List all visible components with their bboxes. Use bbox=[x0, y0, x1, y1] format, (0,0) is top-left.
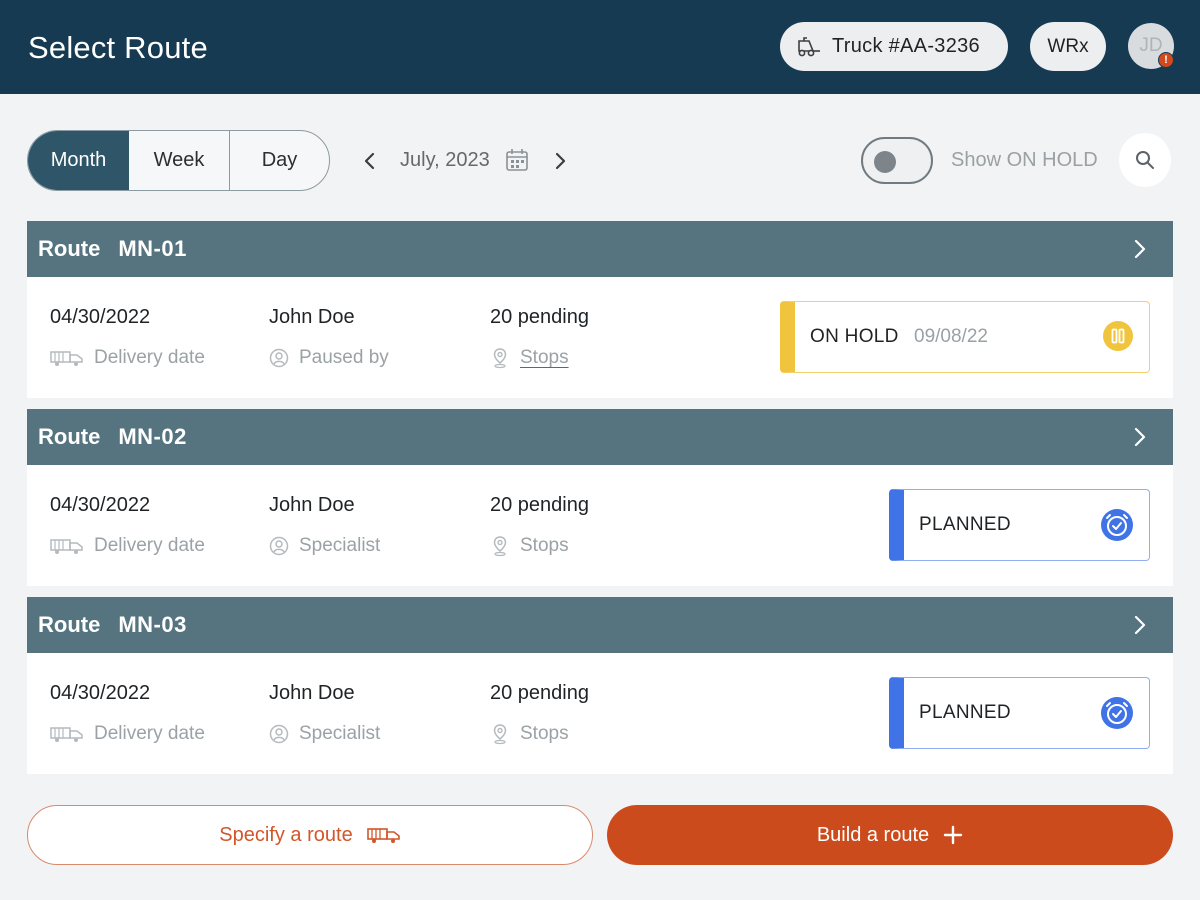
specify-route-button[interactable]: Specify a route bbox=[27, 805, 593, 865]
search-button[interactable] bbox=[1119, 133, 1171, 187]
chevron-left-icon[interactable] bbox=[358, 147, 382, 175]
person-name: John Doe bbox=[269, 682, 355, 704]
route-body: 04/30/2022 Delivery date John Doe bbox=[27, 465, 1173, 586]
notification-badge: ! bbox=[1158, 52, 1174, 68]
map-pin-icon bbox=[493, 536, 507, 557]
chevron-right-icon bbox=[1134, 615, 1146, 635]
delivery-date: 04/30/2022 bbox=[50, 306, 151, 328]
status-text: PLANNED bbox=[919, 514, 1011, 535]
period-label: July, 2023 bbox=[400, 149, 490, 171]
route-id: MN-02 bbox=[118, 424, 187, 449]
person-caption-row: Specialist bbox=[269, 723, 380, 745]
route-header[interactable]: Route MN-01 bbox=[27, 221, 1173, 277]
route-card: Route MN-03 04/30/2022 Delivery date Joh… bbox=[27, 597, 1173, 774]
delivery-truck-icon bbox=[50, 727, 83, 742]
route-card: Route MN-01 04/30/2022 Delivery date Joh… bbox=[27, 221, 1173, 398]
status-badge-on-hold: ON HOLD 09/08/22 bbox=[780, 301, 1150, 373]
chevron-right-icon[interactable] bbox=[548, 147, 572, 175]
alarm-check-icon bbox=[1101, 697, 1133, 729]
route-id: MN-01 bbox=[118, 236, 187, 261]
delivery-date: 04/30/2022 bbox=[50, 682, 151, 704]
delivery-date: 04/30/2022 bbox=[50, 494, 151, 516]
person-caption: Paused by bbox=[299, 347, 389, 368]
user-icon bbox=[269, 536, 289, 556]
top-bar: Select Route Truck #AA-3236 WRx JD ! bbox=[0, 0, 1200, 94]
status-date: 09/08/22 bbox=[914, 326, 988, 347]
user-icon bbox=[269, 724, 289, 744]
status-badge-planned: PLANNED bbox=[889, 489, 1150, 561]
build-route-button[interactable]: Build a route bbox=[607, 805, 1173, 865]
delivery-date-caption: Delivery date bbox=[94, 723, 205, 744]
stops-caption-row: Stops bbox=[490, 535, 569, 557]
period-segmented-control: Month Week Day bbox=[27, 130, 330, 191]
map-pin-icon bbox=[493, 724, 507, 745]
route-body: 04/30/2022 Delivery date John Doe bbox=[27, 277, 1173, 398]
tab-week[interactable]: Week bbox=[129, 131, 230, 190]
delivery-truck-icon bbox=[50, 539, 83, 554]
user-icon bbox=[269, 348, 289, 368]
stops-link[interactable]: Stops bbox=[520, 347, 569, 369]
route-header[interactable]: Route MN-02 bbox=[27, 409, 1173, 465]
status-text: ON HOLD bbox=[810, 326, 899, 347]
org-button[interactable]: WRx bbox=[1030, 22, 1106, 71]
avatar[interactable]: JD ! bbox=[1128, 23, 1174, 69]
route-header[interactable]: Route MN-03 bbox=[27, 597, 1173, 653]
pending-count: 20 pending bbox=[490, 494, 589, 516]
chevron-right-icon bbox=[1134, 239, 1146, 259]
person-caption: Specialist bbox=[299, 535, 381, 556]
delivery-date-caption: Delivery date bbox=[94, 347, 205, 368]
stops-caption-row: Stops bbox=[490, 347, 569, 369]
person-name: John Doe bbox=[269, 306, 355, 328]
route-body: 04/30/2022 Delivery date John Doe bbox=[27, 653, 1173, 774]
route-label: Route bbox=[38, 236, 101, 261]
status-text: PLANNED bbox=[919, 702, 1011, 723]
delivery-date-caption: Delivery date bbox=[94, 535, 205, 556]
truck-label: Truck #AA-3236 bbox=[832, 35, 980, 57]
route-card: Route MN-02 04/30/2022 Delivery date Joh… bbox=[27, 409, 1173, 586]
specify-route-label: Specify a route bbox=[219, 823, 353, 846]
delivery-truck-icon bbox=[50, 351, 83, 366]
toggle-knob bbox=[874, 151, 896, 173]
delivery-date-caption-row: Delivery date bbox=[50, 535, 205, 557]
delivery-truck-icon bbox=[366, 828, 400, 843]
delivery-date-caption-row: Delivery date bbox=[50, 347, 205, 369]
build-route-label: Build a route bbox=[816, 823, 930, 846]
stops-caption-row: Stops bbox=[490, 723, 569, 745]
truck-selector-button[interactable]: Truck #AA-3236 bbox=[780, 22, 1008, 71]
route-label: Route bbox=[38, 612, 101, 637]
person-caption: Specialist bbox=[299, 723, 381, 744]
plus-icon bbox=[943, 825, 963, 845]
route-id: MN-03 bbox=[118, 612, 187, 637]
truck-icon bbox=[798, 36, 820, 56]
tab-month[interactable]: Month bbox=[28, 131, 129, 190]
pending-count: 20 pending bbox=[490, 682, 589, 704]
map-pin-icon bbox=[493, 348, 507, 369]
delivery-date-caption-row: Delivery date bbox=[50, 723, 205, 745]
status-badge-planned: PLANNED bbox=[889, 677, 1150, 749]
person-caption-row: Specialist bbox=[269, 535, 380, 557]
person-caption-row: Paused by bbox=[269, 347, 389, 369]
route-label: Route bbox=[38, 424, 101, 449]
show-on-hold-toggle[interactable] bbox=[861, 137, 933, 184]
chevron-right-icon bbox=[1134, 427, 1146, 447]
stops-caption: Stops bbox=[520, 723, 569, 744]
stops-caption: Stops bbox=[520, 535, 569, 556]
person-name: John Doe bbox=[269, 494, 355, 516]
pending-count: 20 pending bbox=[490, 306, 589, 328]
alarm-check-icon bbox=[1101, 509, 1133, 541]
calendar-icon[interactable] bbox=[505, 147, 529, 173]
search-icon bbox=[1136, 151, 1154, 169]
tab-day[interactable]: Day bbox=[230, 131, 329, 190]
show-on-hold-label: Show ON HOLD bbox=[951, 149, 1098, 171]
page-title: Select Route bbox=[28, 30, 208, 65]
pause-icon[interactable] bbox=[1102, 320, 1134, 352]
